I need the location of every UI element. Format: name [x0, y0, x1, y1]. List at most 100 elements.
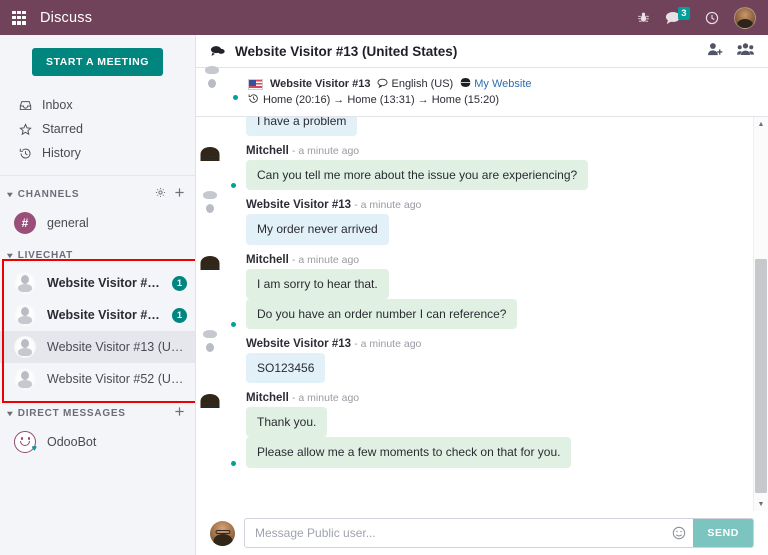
channel-label: general — [47, 216, 187, 230]
message-list-inner: I have a problem Mitchell - a minute ago — [196, 117, 753, 511]
sidebar-item-label: History — [42, 146, 81, 160]
livechat-label: Website Visitor #52 (United St... — [47, 372, 187, 386]
chat-bubble-icon — [210, 45, 225, 57]
message-bubble: Please allow me a few moments to check o… — [246, 437, 571, 467]
message-body: Mitchell - a minute ago I am sorry to he… — [246, 254, 739, 329]
message-body: Mitchell - a minute ago Can you tell me … — [246, 145, 739, 190]
unread-badge: 1 — [172, 276, 187, 291]
history-icon — [248, 93, 259, 107]
scrollbar-thumb[interactable] — [755, 259, 767, 493]
message-scrollbar[interactable]: ▲ ▼ — [753, 117, 768, 511]
clock-icon[interactable] — [705, 11, 719, 25]
message-timestamp: - a minute ago — [292, 392, 359, 404]
message-bubble: I have a problem — [246, 117, 357, 136]
message-item: Mitchell - a minute ago Can you tell me … — [210, 136, 739, 190]
bug-icon[interactable] — [637, 11, 650, 24]
plus-icon[interactable] — [174, 187, 185, 201]
start-meeting-button[interactable]: START A MEETING — [32, 48, 163, 76]
message-avatar — [210, 145, 236, 190]
sidebar-item-starred[interactable]: Starred — [0, 117, 195, 141]
visitor-info-bar: Website Visitor #13 English (US) — [196, 68, 768, 117]
visitor-history: Home (20:16) → Home (13:31) → Home (15:2… — [263, 94, 499, 106]
globe-icon — [460, 77, 471, 91]
message-author: Mitchell — [246, 392, 289, 404]
start-meeting-row: START A MEETING — [0, 35, 195, 90]
message-avatar — [210, 392, 236, 467]
messages-badge: 3 — [678, 7, 690, 20]
sidebar-item-general[interactable]: # general — [0, 207, 195, 239]
sidebar-item-visitor-13[interactable]: Website Visitor #13 (United St... — [0, 331, 195, 363]
add-user-icon[interactable] — [707, 42, 723, 61]
message-timestamp: - a minute ago — [292, 145, 359, 157]
discuss-app: Discuss 3 — [0, 0, 768, 555]
message-author: Mitchell — [246, 145, 289, 157]
scrollbar-track[interactable] — [754, 131, 768, 497]
chat-header-actions — [707, 42, 754, 61]
sidebar-item-inbox[interactable]: Inbox — [0, 93, 195, 117]
chevron-down-icon: ▾ — [7, 409, 13, 418]
message-item: Website Visitor #13 - a minute ago My or… — [210, 190, 739, 244]
messages-menu[interactable]: 3 — [665, 11, 690, 25]
online-status-dot — [232, 94, 239, 101]
livechat-group-header[interactable]: ▾ LIVECHAT — [0, 239, 195, 267]
visitor-website: My Website — [460, 77, 531, 91]
message-author: Website Visitor #13 — [246, 199, 351, 211]
sidebar-item-visitor-52[interactable]: Website Visitor #52 (United St... — [0, 363, 195, 395]
scroll-down-icon[interactable]: ▼ — [758, 497, 765, 511]
hash-icon: # — [14, 212, 36, 234]
visitor-avatar — [14, 304, 36, 326]
visitor-website-label[interactable]: My Website — [474, 78, 531, 90]
user-avatar[interactable] — [734, 7, 756, 29]
odoobot-avatar: ♥ — [14, 431, 36, 453]
plus-icon[interactable] — [174, 406, 185, 420]
gear-icon[interactable] — [155, 187, 166, 201]
online-status-dot — [230, 460, 237, 467]
message-avatar — [210, 254, 236, 329]
members-icon[interactable] — [737, 42, 754, 61]
visitor-avatar — [14, 336, 36, 358]
visitor-avatar — [212, 76, 238, 102]
channels-title: CHANNELS — [18, 189, 80, 200]
emoji-icon[interactable] — [665, 519, 693, 547]
app-body: START A MEETING Inbox — [0, 35, 768, 555]
visitor-avatar — [14, 368, 36, 390]
visitor-avatar — [14, 272, 36, 294]
apps-grid-icon[interactable] — [12, 11, 26, 25]
star-icon — [18, 123, 32, 136]
topbar-actions: 3 — [637, 7, 756, 29]
visitor-language: English (US) — [377, 78, 453, 91]
message-bubble: I am sorry to hear that. — [246, 269, 389, 299]
message-body: I have a problem — [246, 117, 739, 136]
direct-messages-title: DIRECT MESSAGES — [18, 408, 126, 419]
sidebar: START A MEETING Inbox — [0, 35, 196, 555]
message-timestamp: - a minute ago — [292, 254, 359, 266]
message-avatar — [210, 199, 236, 244]
message-input[interactable] — [245, 519, 665, 547]
livechat-title: LIVECHAT — [18, 250, 73, 261]
sidebar-item-history[interactable]: History — [0, 141, 195, 165]
visitor-info-lines: Website Visitor #13 English (US) — [248, 76, 532, 107]
online-status-dot — [230, 182, 237, 189]
top-navbar: Discuss 3 — [0, 0, 768, 35]
direct-messages-group-header[interactable]: ▾ DIRECT MESSAGES — [0, 395, 195, 426]
sidebar-item-visitor-80[interactable]: Website Visitor #80 (U... 1 — [0, 299, 195, 331]
direct-messages-actions — [174, 406, 185, 420]
unread-badge: 1 — [172, 308, 187, 323]
speech-bubble-icon — [377, 78, 388, 91]
message-body: Mitchell - a minute ago Thank you. Pleas… — [246, 392, 739, 467]
visitor-language-label: English (US) — [391, 78, 453, 90]
message-bubble: Can you tell me more about the issue you… — [246, 160, 588, 190]
chat-header: Website Visitor #13 (United States) — [196, 35, 768, 68]
sidebar-item-odoobot[interactable]: ♥ OdooBot — [0, 426, 195, 458]
livechat-label: Website Visitor #13 (United St... — [47, 340, 187, 354]
message-list: I have a problem Mitchell - a minute ago — [196, 117, 768, 511]
history-icon — [18, 147, 32, 160]
message-item: Mitchell - a minute ago Thank you. Pleas… — [210, 383, 739, 467]
scroll-up-icon[interactable]: ▲ — [758, 117, 765, 131]
message-body: Website Visitor #13 - a minute ago My or… — [246, 199, 739, 244]
sidebar-item-visitor-81[interactable]: Website Visitor #81 (U... 1 — [0, 267, 195, 299]
send-button[interactable]: SEND — [693, 519, 753, 547]
channels-group-header[interactable]: ▾ CHANNELS — [0, 176, 195, 207]
message-timestamp: - a minute ago — [354, 338, 421, 350]
sidebar-item-label: Inbox — [42, 98, 73, 112]
